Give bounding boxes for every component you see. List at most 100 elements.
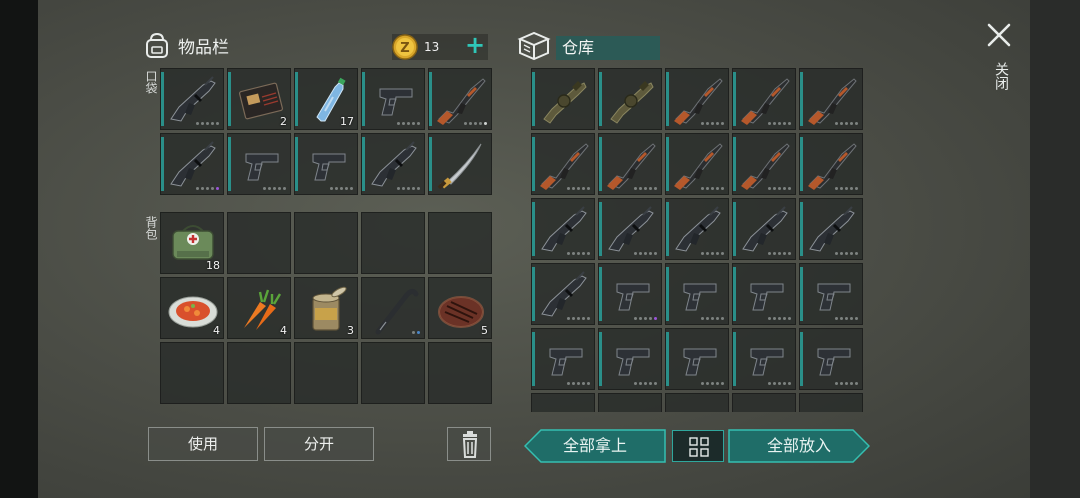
- item-slot[interactable]: 4: [160, 277, 224, 339]
- item-slot[interactable]: [160, 68, 224, 130]
- split-button[interactable]: 分开: [264, 427, 374, 461]
- empty-slot[interactable]: [227, 342, 291, 404]
- inventory-header: 物品栏: [142, 30, 229, 60]
- item-slot[interactable]: [531, 133, 595, 195]
- item-slot[interactable]: [428, 133, 492, 195]
- item-slot[interactable]: [665, 133, 729, 195]
- inventory-title: 物品栏: [178, 37, 229, 58]
- add-coins-button[interactable]: +: [465, 31, 485, 59]
- empty-slot[interactable]: [294, 212, 358, 274]
- item-slot[interactable]: [361, 277, 425, 339]
- grid-view-toggle[interactable]: [672, 430, 724, 462]
- pistol-icon: [616, 348, 650, 376]
- empty-slot[interactable]: [428, 342, 492, 404]
- quality-dots: [567, 382, 590, 385]
- item-slot[interactable]: [428, 68, 492, 130]
- quality-dots: [464, 122, 487, 125]
- empty-slot[interactable]: [361, 212, 425, 274]
- item-slot[interactable]: [598, 133, 662, 195]
- quality-dots: [412, 331, 420, 334]
- item-slot[interactable]: [598, 263, 662, 325]
- pocket-label: 口袋: [144, 70, 158, 94]
- quality-dots: [701, 252, 724, 255]
- quality-dots: [567, 187, 590, 190]
- quality-dots: [768, 187, 791, 190]
- item-slot[interactable]: [732, 133, 796, 195]
- item-slot[interactable]: [598, 328, 662, 390]
- empty-slot[interactable]: [732, 393, 796, 412]
- item-slot[interactable]: [531, 68, 595, 130]
- pistol-icon: [616, 283, 650, 311]
- warehouse-scroll-area[interactable]: [531, 68, 865, 412]
- item-slot[interactable]: [799, 68, 863, 130]
- item-slot[interactable]: [361, 68, 425, 130]
- quality-dots: [701, 122, 724, 125]
- item-count: 17: [340, 115, 354, 128]
- item-count: 5: [481, 324, 488, 337]
- item-slot[interactable]: [160, 133, 224, 195]
- item-slot[interactable]: 3: [294, 277, 358, 339]
- item-slot[interactable]: [361, 133, 425, 195]
- item-slot[interactable]: [598, 198, 662, 260]
- quality-dots: [634, 187, 657, 190]
- backpack-label: 背包: [144, 216, 158, 240]
- item-slot[interactable]: [531, 198, 595, 260]
- item-slot[interactable]: [227, 133, 291, 195]
- item-slot[interactable]: [799, 133, 863, 195]
- pistol-icon: [549, 348, 583, 376]
- item-slot[interactable]: [598, 68, 662, 130]
- quality-dots: [567, 317, 590, 320]
- item-slot[interactable]: [732, 68, 796, 130]
- take-all-button[interactable]: 全部拿上: [524, 429, 666, 463]
- item-slot[interactable]: [799, 263, 863, 325]
- warehouse-grid: [531, 68, 863, 412]
- ak-rifle-icon: [674, 78, 723, 125]
- put-all-label: 全部放入: [766, 436, 831, 455]
- grid-view-icon: [689, 437, 709, 457]
- quality-dots: [567, 252, 590, 255]
- item-slot[interactable]: [294, 133, 358, 195]
- quality-dots: [397, 122, 420, 125]
- ak-rifle-icon: [741, 143, 790, 190]
- item-slot[interactable]: [732, 263, 796, 325]
- empty-slot[interactable]: [227, 212, 291, 274]
- item-count: 3: [347, 324, 354, 337]
- discard-button[interactable]: [447, 427, 491, 461]
- empty-slot[interactable]: [598, 393, 662, 412]
- gold-coin-icon: Z: [392, 34, 418, 60]
- item-slot[interactable]: [531, 263, 595, 325]
- item-slot[interactable]: 5: [428, 277, 492, 339]
- close-label[interactable]: 关闭: [991, 62, 1011, 90]
- use-button[interactable]: 使用: [148, 427, 258, 461]
- empty-slot[interactable]: [531, 393, 595, 412]
- item-count: 4: [213, 324, 220, 337]
- quality-dots: [768, 122, 791, 125]
- item-slot[interactable]: [665, 263, 729, 325]
- empty-slot[interactable]: [160, 342, 224, 404]
- item-slot[interactable]: [732, 198, 796, 260]
- empty-slot[interactable]: [799, 393, 863, 412]
- item-slot[interactable]: 4: [227, 277, 291, 339]
- empty-slot[interactable]: [428, 212, 492, 274]
- item-slot[interactable]: [665, 328, 729, 390]
- item-slot[interactable]: [531, 328, 595, 390]
- grenade-launcher-icon: [543, 81, 587, 124]
- quality-dots: [263, 187, 286, 190]
- empty-slot[interactable]: [294, 342, 358, 404]
- pistol-icon: [683, 348, 717, 376]
- item-slot[interactable]: 2: [227, 68, 291, 130]
- item-slot[interactable]: [665, 198, 729, 260]
- item-slot[interactable]: [732, 328, 796, 390]
- item-slot[interactable]: [665, 68, 729, 130]
- pistol-icon: [750, 348, 784, 376]
- item-slot[interactable]: 17: [294, 68, 358, 130]
- left-edge: [0, 0, 38, 498]
- empty-slot[interactable]: [665, 393, 729, 412]
- item-slot[interactable]: [799, 198, 863, 260]
- item-slot[interactable]: 18: [160, 212, 224, 274]
- item-slot[interactable]: [799, 328, 863, 390]
- assault-rifle-icon: [742, 206, 788, 252]
- put-all-button[interactable]: 全部放入: [728, 429, 870, 463]
- empty-slot[interactable]: [361, 342, 425, 404]
- close-icon[interactable]: [986, 22, 1012, 48]
